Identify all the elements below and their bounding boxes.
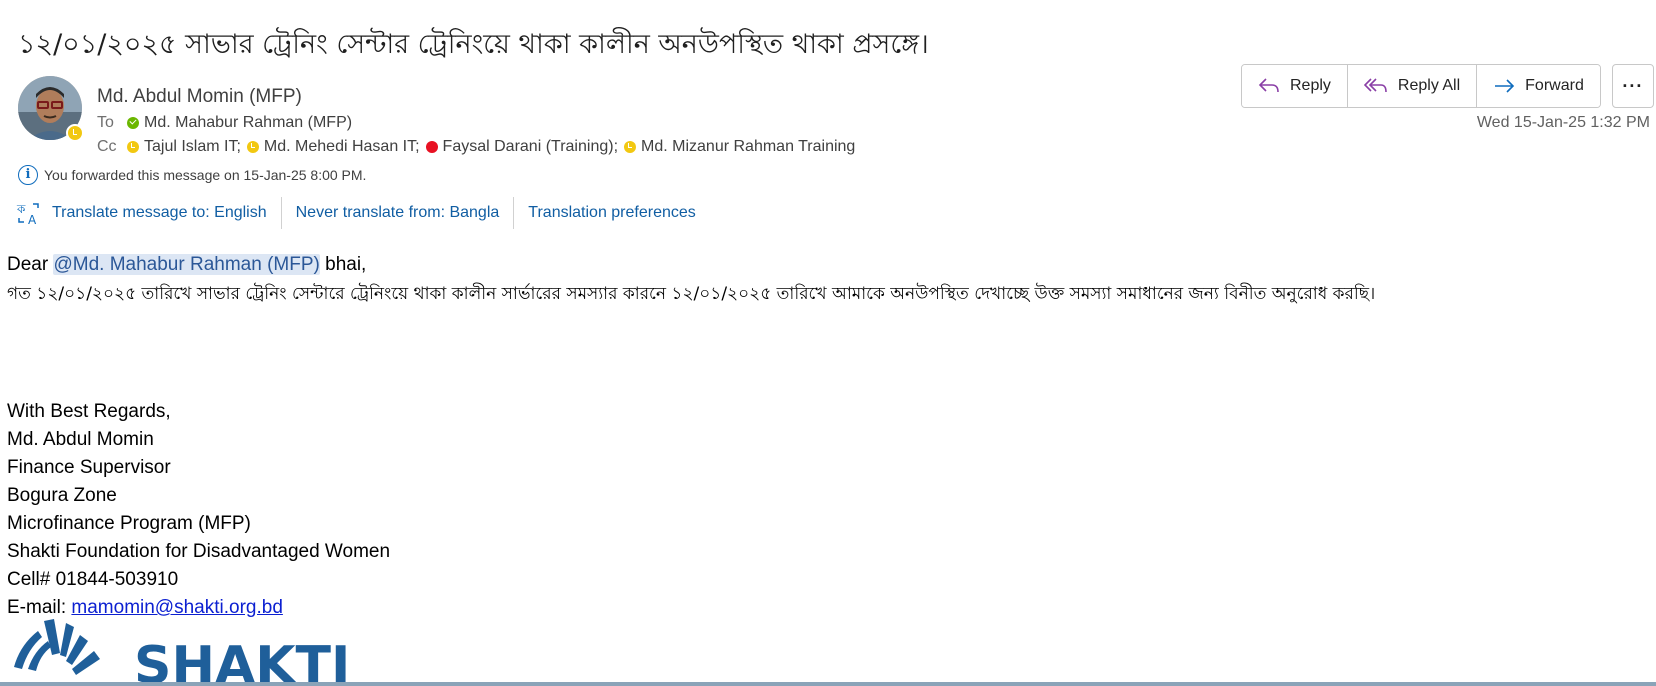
recipient-name: Md. Mehedi Hasan IT;: [263, 138, 420, 155]
reply-label: Reply: [1290, 77, 1331, 94]
recipient-name: Md. Mizanur Rahman Training: [641, 138, 856, 155]
sender-name[interactable]: Md. Abdul Momin (MFP): [97, 86, 302, 108]
sig-closing: With Best Regards,: [7, 401, 171, 422]
info-icon: i: [18, 165, 38, 185]
reply-all-icon: [1363, 78, 1387, 93]
forward-label: Forward: [1525, 77, 1584, 94]
message-body: Dear @Md. Mahabur Rahman (MFP) bhai, গত …: [7, 251, 1649, 309]
presence-away-icon: [624, 141, 637, 153]
reply-all-button[interactable]: Reply All: [1346, 65, 1477, 107]
more-actions-button[interactable]: ···: [1611, 64, 1654, 108]
sig-cell: Cell# 01844-503910: [7, 569, 179, 590]
cc-row: Cc Tajul Islam IT; Md. Mehedi Hasan IT; …: [97, 138, 861, 156]
forward-icon: [1495, 79, 1515, 93]
sig-zone: Bogura Zone: [7, 485, 117, 506]
presence-available-icon: [127, 117, 139, 129]
presence-busy-icon: [425, 141, 438, 153]
sig-program: Microfinance Program (MFP): [7, 513, 251, 534]
svg-text:A: A: [28, 213, 37, 226]
greeting-line: Dear @Md. Mahabur Rahman (MFP) bhai,: [7, 251, 1649, 279]
reading-pane-bottom-border: [0, 682, 1656, 686]
recipient-name: Tajul Islam IT;: [144, 138, 241, 155]
reply-all-label: Reply All: [1397, 77, 1461, 94]
sig-email-label: E-mail:: [7, 597, 72, 618]
reply-button[interactable]: Reply: [1242, 65, 1347, 107]
email-subject: ১২/০১/২০২৫ সাভার ট্রেনিং সেন্টার ট্রেনিং…: [18, 29, 929, 60]
to-label: To: [97, 114, 114, 131]
sig-org: Shakti Foundation for Disadvantaged Wome…: [7, 541, 391, 562]
recipient-cc[interactable]: Md. Mizanur Rahman Training: [624, 138, 855, 156]
translation-bar: ক A Translate message to: English Never …: [16, 195, 710, 231]
recipient-cc[interactable]: Faysal Darani (Training);: [425, 138, 619, 156]
mention-link[interactable]: @Md. Mahabur Rahman (MFP): [53, 254, 320, 275]
recipient-cc[interactable]: Md. Mehedi Hasan IT;: [246, 138, 420, 156]
presence-away-icon: [66, 124, 84, 142]
sig-name: Md. Abdul Momin: [7, 429, 154, 450]
body-paragraph: গত ১২/০১/২০২৫ তারিখে সাভার ট্রেনিং সেন্ট…: [7, 284, 1376, 304]
translate-message-link[interactable]: Translate message to: English: [52, 197, 281, 229]
greeting-prefix: Dear: [7, 254, 54, 275]
forward-note-text: You forwarded this message on 15-Jan-25 …: [44, 167, 367, 183]
sig-title: Finance Supervisor: [7, 457, 171, 478]
svg-text:ক: ক: [16, 202, 26, 216]
never-translate-link[interactable]: Never translate from: Bangla: [280, 197, 514, 229]
greeting-suffix: bhai,: [319, 254, 367, 275]
recipient-name: Md. Mahabur Rahman (MFP): [144, 114, 353, 131]
recipient-name: Faysal Darani (Training);: [442, 138, 619, 155]
recipient-cc[interactable]: Tajul Islam IT;: [127, 138, 241, 156]
signature-block: With Best Regards, Md. Abdul Momin Finan…: [7, 398, 390, 622]
reply-button-group: Reply Reply All Forward: [1241, 64, 1601, 108]
cc-label: Cc: [97, 138, 117, 155]
presence-away-icon: [246, 141, 259, 153]
message-timestamp: Wed 15-Jan-25 1:32 PM: [1476, 114, 1650, 131]
forward-button[interactable]: Forward: [1476, 65, 1600, 107]
sig-email-link[interactable]: mamomin@shakti.org.bd: [71, 597, 282, 618]
logo-text: SHAKTI: [134, 636, 350, 686]
translation-preferences-link[interactable]: Translation preferences: [513, 197, 710, 229]
to-row: To Md. Mahabur Rahman (MFP): [97, 114, 358, 132]
reply-icon: [1258, 78, 1279, 93]
presence-away-icon: [127, 141, 139, 153]
forward-info-bar: i You forwarded this message on 15-Jan-2…: [18, 165, 366, 185]
shakti-logo: SHAKTI: [14, 619, 350, 686]
message-actions: Reply Reply All Forward ···: [1241, 64, 1654, 108]
translate-icon: ক A: [16, 202, 39, 226]
recipient-to[interactable]: Md. Mahabur Rahman (MFP): [127, 114, 352, 132]
